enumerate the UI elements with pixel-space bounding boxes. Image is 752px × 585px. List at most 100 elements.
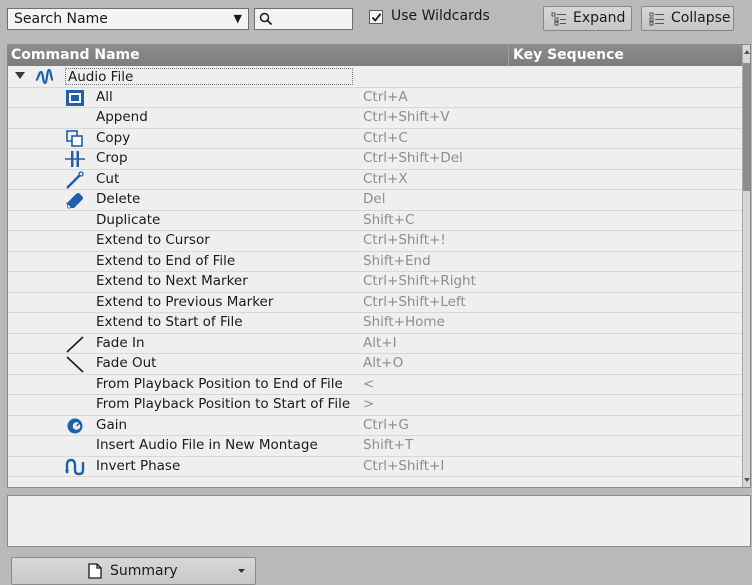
- table-row[interactable]: Duplicate Shift+C: [8, 211, 742, 231]
- key-sequence: Alt+I: [363, 334, 397, 351]
- command-name: Crop: [96, 150, 128, 166]
- key-sequence: Alt+O: [363, 355, 404, 371]
- command-name: Invert Phase: [96, 457, 181, 474]
- command-name: Gain: [96, 416, 128, 433]
- key-sequence: Ctrl+X: [363, 170, 408, 187]
- table-body: Audio File All Ctrl+A Append Ctrl+Shift+…: [8, 67, 742, 477]
- command-name: Copy: [96, 129, 131, 146]
- fade-out-icon: [66, 356, 84, 373]
- collapse-label: Collapse: [671, 10, 731, 26]
- command-name: Duplicate: [96, 211, 161, 228]
- key-sequence: Shift+T: [363, 437, 414, 453]
- table-row[interactable]: Crop Ctrl+Shift+Del: [8, 149, 742, 170]
- table-row[interactable]: Delete Del: [8, 190, 742, 211]
- command-name: Delete: [96, 191, 141, 207]
- table-row[interactable]: Invert Phase Ctrl+Shift+I: [8, 457, 742, 477]
- table-row[interactable]: Insert Audio File in New Montage Shift+T: [8, 436, 742, 457]
- key-sequence: Ctrl+Shift+Left: [363, 293, 466, 310]
- checkmark-icon: [371, 13, 382, 22]
- table-row[interactable]: Extend to End of File Shift+End: [8, 252, 742, 272]
- collapse-tree-icon: [649, 12, 664, 26]
- dropdown-arrow-icon[interactable]: [238, 569, 245, 574]
- command-name: Append: [96, 109, 148, 125]
- use-wildcards-checkbox[interactable]: [369, 10, 383, 24]
- table-row[interactable]: Extend to Start of File Shift+Home: [8, 313, 742, 334]
- command-name: Fade Out: [96, 355, 157, 371]
- crop-icon: [65, 151, 85, 167]
- table-row[interactable]: From Playback Position to Start of File …: [8, 395, 742, 416]
- command-name: All: [96, 88, 113, 105]
- command-name: Extend to Next Marker: [96, 273, 248, 289]
- command-name: Cut: [96, 170, 120, 187]
- key-sequence: Ctrl+G: [363, 416, 409, 433]
- key-sequence: Shift+Home: [363, 314, 445, 330]
- table-row[interactable]: All Ctrl+A: [8, 88, 742, 108]
- key-sequence: Ctrl+Shift+Right: [363, 273, 476, 289]
- command-name: Extend to Previous Marker: [96, 293, 274, 310]
- cut-icon: [66, 170, 84, 189]
- summary-label: Summary: [110, 563, 178, 579]
- column-divider[interactable]: [508, 45, 509, 66]
- key-sequence: Ctrl+Shift+I: [363, 457, 445, 474]
- column-header-command-name[interactable]: Command Name: [11, 47, 140, 63]
- waveform-icon: [35, 68, 54, 85]
- command-name: Extend to Start of File: [96, 314, 243, 330]
- gain-icon: [67, 418, 83, 433]
- key-sequence: <: [363, 375, 375, 392]
- table-row[interactable]: Fade Out Alt+O: [8, 354, 742, 375]
- tree-group-audio-file[interactable]: Audio File: [8, 67, 742, 88]
- column-header-key-sequence[interactable]: Key Sequence: [513, 47, 624, 63]
- use-wildcards-label: Use Wildcards: [391, 8, 490, 24]
- search-mode-label: Search Name: [14, 11, 108, 27]
- fade-in-icon: [66, 335, 84, 353]
- collapse-button[interactable]: Collapse: [641, 6, 734, 31]
- scroll-up-arrow-icon[interactable]: [743, 47, 751, 57]
- invert-phase-icon: [65, 458, 85, 475]
- copy-icon: [66, 129, 83, 147]
- scroll-down-arrow-icon[interactable]: [743, 475, 751, 485]
- key-sequence: Shift+C: [363, 211, 415, 228]
- key-sequence: Del: [363, 191, 386, 207]
- expand-label: Expand: [573, 10, 626, 26]
- chevron-down-icon: ▼: [233, 12, 242, 25]
- key-sequence: Ctrl+Shift+Del: [363, 150, 463, 166]
- search-mode-select[interactable]: Search Name ▼: [7, 8, 249, 30]
- command-name: Extend to End of File: [96, 252, 236, 269]
- table-row[interactable]: Extend to Previous Marker Ctrl+Shift+Lef…: [8, 293, 742, 313]
- key-sequence: Ctrl+Shift+!: [363, 232, 446, 248]
- document-icon: [88, 563, 102, 579]
- command-description-panel: [7, 495, 751, 547]
- command-name: From Playback Position to End of File: [96, 375, 343, 392]
- key-sequence: Ctrl+A: [363, 88, 408, 105]
- table-row[interactable]: Fade In Alt+I: [8, 334, 742, 354]
- vertical-scrollbar[interactable]: [742, 45, 751, 487]
- scrollbar-thumb[interactable]: [743, 63, 750, 191]
- expand-button[interactable]: Expand: [543, 6, 632, 31]
- table-row[interactable]: Cut Ctrl+X: [8, 170, 742, 190]
- table-row[interactable]: From Playback Position to End of File <: [8, 375, 742, 395]
- expand-triangle-icon[interactable]: [15, 72, 25, 80]
- search-icon: [259, 12, 273, 26]
- tree-group-label: Audio File: [65, 68, 353, 85]
- summary-button[interactable]: Summary: [11, 557, 256, 585]
- command-name: Extend to Cursor: [96, 232, 210, 248]
- table-row[interactable]: Append Ctrl+Shift+V: [8, 108, 742, 129]
- table-row[interactable]: Extend to Next Marker Ctrl+Shift+Right: [8, 272, 742, 293]
- key-sequence: Ctrl+Shift+V: [363, 109, 450, 125]
- command-name: From Playback Position to Start of File: [96, 396, 351, 412]
- table-row[interactable]: Copy Ctrl+C: [8, 129, 742, 149]
- eraser-icon: [66, 193, 83, 209]
- key-sequence: Shift+End: [363, 252, 431, 269]
- key-sequence: Ctrl+C: [363, 129, 408, 146]
- search-input[interactable]: [254, 8, 353, 30]
- command-name: Fade In: [96, 334, 145, 351]
- command-name: Insert Audio File in New Montage: [96, 437, 318, 453]
- expand-tree-icon: [551, 12, 566, 26]
- select-all-icon: [66, 89, 84, 106]
- bottom-bar: Summary: [0, 554, 752, 585]
- key-sequence: >: [363, 396, 375, 412]
- table-row[interactable]: Gain Ctrl+G: [8, 416, 742, 436]
- table-row[interactable]: Extend to Cursor Ctrl+Shift+!: [8, 231, 742, 252]
- toolbar: Search Name ▼ Use Wildcards Expand Colla…: [0, 0, 752, 38]
- table-header: Command Name Key Sequence: [8, 45, 742, 66]
